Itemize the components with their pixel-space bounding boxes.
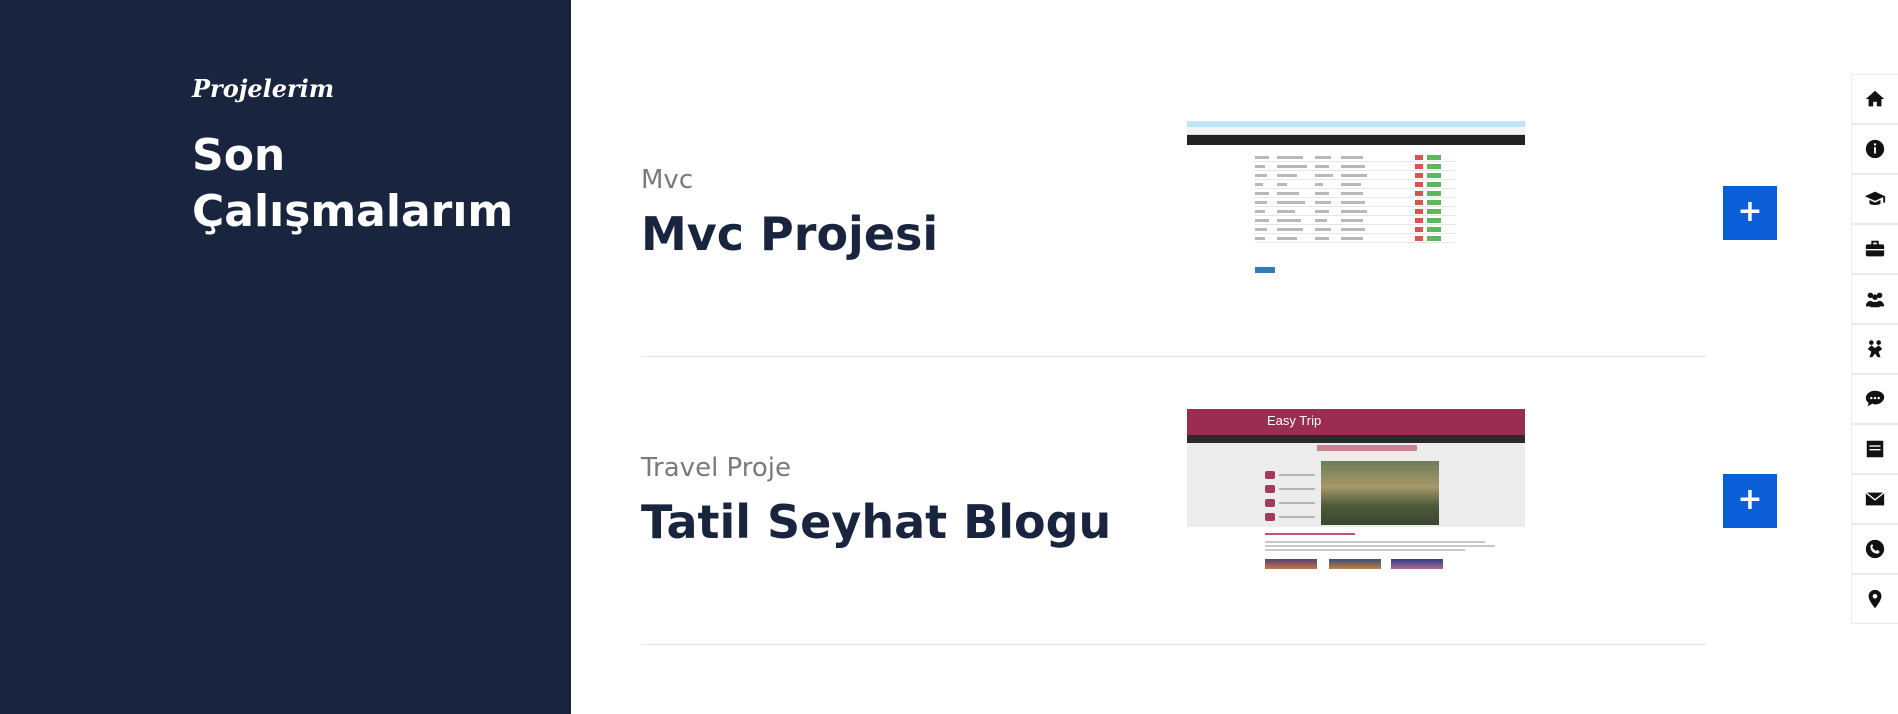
envelope-icon [1865, 492, 1885, 506]
thumb-line [1279, 502, 1315, 504]
nav-location-button[interactable] [1851, 574, 1898, 624]
thumb-subtitle [1265, 533, 1355, 535]
thumb-text-line [1265, 541, 1485, 543]
expand-project-button[interactable]: + [1723, 474, 1777, 528]
thumb-header: Easy Trip [1187, 409, 1525, 435]
nav-team-button[interactable] [1851, 274, 1898, 324]
briefcase-icon [1865, 240, 1885, 257]
project-category: Travel Proje [641, 453, 792, 483]
project-thumbnail[interactable]: Easy Trip [1187, 409, 1525, 569]
thumb-text-line [1265, 545, 1495, 547]
nav-education-button[interactable] [1851, 174, 1898, 224]
phone-icon [1865, 539, 1885, 559]
handshake-icon [1867, 340, 1883, 358]
project-card: Mvc Mvc Projesi + [641, 69, 1777, 357]
divider [641, 644, 1707, 645]
thumb-users-icon [1265, 499, 1275, 507]
thumb-row [1255, 189, 1455, 198]
home-icon [1865, 90, 1885, 107]
nav-about-button[interactable] [1851, 124, 1898, 174]
thumb-menu [1187, 435, 1525, 443]
thumb-row [1255, 153, 1455, 162]
thumb-pin-icon [1265, 471, 1275, 479]
thumb-row [1255, 171, 1455, 180]
thumb-row [1255, 162, 1455, 171]
thumb-photo [1265, 559, 1317, 569]
thumb-row [1255, 225, 1455, 234]
thumb-table [1255, 153, 1455, 243]
thumb-button [1255, 267, 1275, 273]
thumb-plane-icon [1265, 485, 1275, 493]
project-title[interactable]: Mvc Projesi [641, 207, 938, 261]
graduation-cap-icon [1864, 191, 1886, 205]
thumb-row [1255, 198, 1455, 207]
thumb-hero-title [1317, 445, 1417, 451]
map-marker-icon [1868, 589, 1882, 609]
blog-post-icon [1866, 440, 1884, 458]
thumb-row [1255, 180, 1455, 189]
thumb-row [1255, 234, 1455, 243]
project-thumbnail[interactable] [1187, 121, 1525, 281]
thumb-line [1279, 474, 1315, 476]
info-icon [1865, 139, 1885, 159]
project-title[interactable]: Tatil Seyhat Blogu [641, 495, 1111, 549]
thumb-navbar [1187, 135, 1525, 145]
intro-panel: Projelerim Son Çalışmalarım [0, 0, 571, 714]
thumb-row [1255, 207, 1455, 216]
right-navigation [1851, 74, 1898, 624]
projects-list: Mvc Mvc Projesi + Travel Proje Tatil Sey… [571, 0, 1851, 714]
nav-support-button[interactable] [1851, 374, 1898, 424]
nav-experience-button[interactable] [1851, 224, 1898, 274]
project-card: Travel Proje Tatil Seyhat Blogu Easy Tri… [641, 357, 1777, 645]
thumb-photo [1391, 559, 1443, 569]
nav-blog-button[interactable] [1851, 424, 1898, 474]
thumb-url-bar [1187, 127, 1525, 135]
thumb-logo: Easy Trip [1267, 413, 1322, 428]
expand-project-button[interactable]: + [1723, 186, 1777, 240]
nav-home-button[interactable] [1851, 74, 1898, 124]
thumb-photo [1329, 559, 1381, 569]
section-eyebrow: Projelerim [192, 74, 335, 103]
users-icon [1865, 292, 1885, 308]
thumb-text-line [1265, 549, 1465, 551]
project-category: Mvc [641, 165, 694, 195]
thumb-marker-icon [1265, 513, 1275, 521]
thumb-row [1255, 216, 1455, 225]
section-heading: Son Çalışmalarım [192, 130, 514, 237]
thumb-hero-image [1321, 461, 1439, 525]
nav-phone-button[interactable] [1851, 524, 1898, 574]
nav-references-button[interactable] [1851, 324, 1898, 374]
chat-icon [1865, 390, 1885, 407]
thumb-line [1279, 516, 1315, 518]
nav-mail-button[interactable] [1851, 474, 1898, 524]
thumb-line [1279, 488, 1315, 490]
